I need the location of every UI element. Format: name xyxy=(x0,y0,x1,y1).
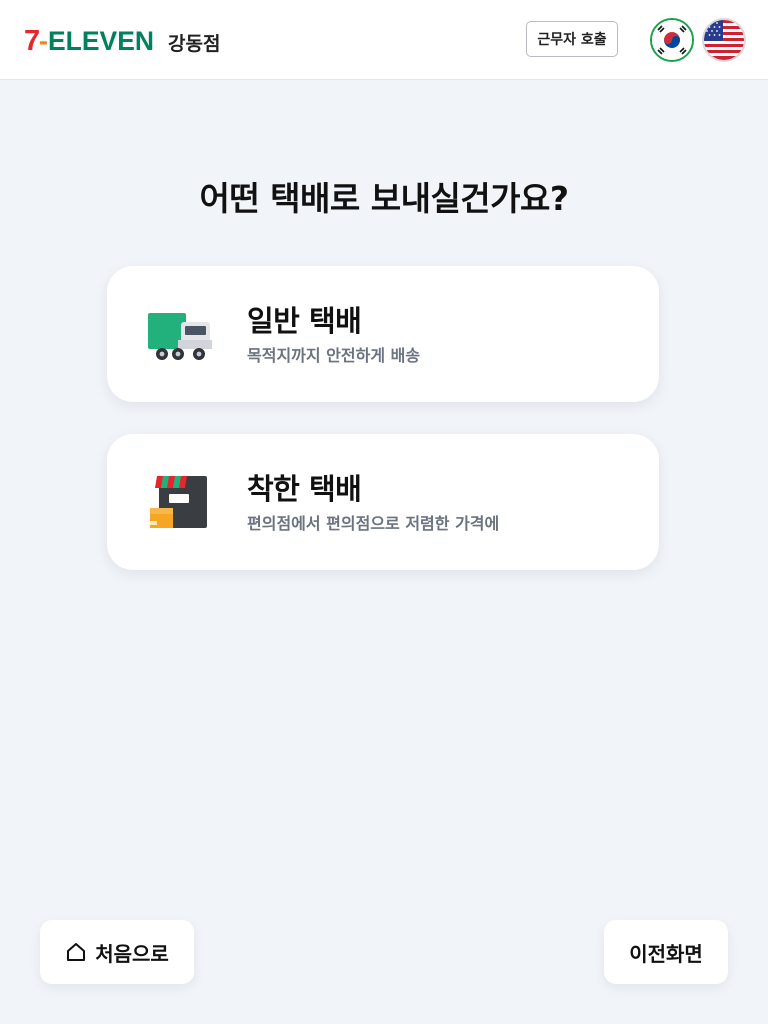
convenience-store-icon xyxy=(150,476,207,528)
delivery-truck-icon xyxy=(148,313,212,360)
language-english-button[interactable] xyxy=(702,18,746,62)
store-name: 강동점 xyxy=(168,33,221,55)
back-button-label: 이전화면 xyxy=(629,941,703,966)
home-button[interactable]: 처음으로 xyxy=(40,920,194,984)
page-title: 어떤 택배로 보내실건가요? xyxy=(199,179,569,218)
option-description: 편의점에서 편의점으로 저렴한 가격에 xyxy=(247,514,500,533)
home-button-label: 처음으로 xyxy=(95,941,169,966)
back-button[interactable]: 이전화면 xyxy=(604,920,728,984)
svg-text:-: - xyxy=(39,26,48,54)
usa-flag-icon xyxy=(704,20,744,60)
language-korean-button[interactable] xyxy=(650,18,694,62)
svg-text:7: 7 xyxy=(24,26,40,54)
call-staff-button[interactable]: 근무자 호출 xyxy=(526,21,618,57)
home-icon xyxy=(65,941,87,963)
header-bar: 7 - ELEVEN 강동점 근무자 호출 xyxy=(0,0,768,80)
seven-eleven-logo: 7 - ELEVEN xyxy=(24,26,154,54)
option-description: 목적지까지 안전하게 배송 xyxy=(247,346,421,365)
option-card-regular-delivery[interactable]: 일반 택배 목적지까지 안전하게 배송 xyxy=(107,266,659,402)
option-title: 일반 택배 xyxy=(247,304,362,338)
svg-text:ELEVEN: ELEVEN xyxy=(48,26,154,54)
korea-flag-icon xyxy=(652,20,692,60)
option-card-cheap-delivery[interactable]: 착한 택배 편의점에서 편의점으로 저렴한 가격에 xyxy=(107,434,659,570)
option-title: 착한 택배 xyxy=(247,472,362,506)
